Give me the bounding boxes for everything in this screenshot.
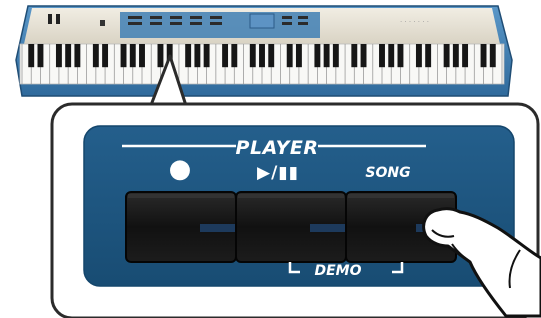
black-key [379,44,385,68]
black-key [286,44,293,68]
play-pause-icon: ▶/▮▮ [257,163,299,183]
black-key [314,44,321,68]
black-key [415,44,422,68]
black-key [259,44,265,68]
black-key [268,44,275,68]
black-key [388,44,395,68]
black-key [203,44,210,68]
record-dot-icon: ● [168,154,192,184]
black-key [139,44,145,68]
song-label: SONG [365,165,411,181]
black-key [37,44,44,68]
black-key [194,44,201,68]
black-key [397,44,404,68]
play-pause-button[interactable] [235,191,347,263]
black-key [28,44,35,68]
panel-title: PLAYER [235,137,319,159]
black-key [231,44,238,68]
black-key [295,44,302,68]
black-key [360,44,367,68]
black-key [157,44,164,68]
black-key [55,44,62,68]
black-key [452,44,459,68]
black-key [480,44,487,68]
black-key [92,44,99,68]
black-key [489,44,496,68]
black-key [120,44,127,68]
demo-label: DEMO [314,263,362,279]
black-key [185,44,192,68]
black-key [65,44,72,68]
black-key [222,44,229,68]
svg-text:· · · · · · ·: · · · · · · · [400,18,429,26]
illustration: · · · · · · · PLAYER ● ▶/▮▮ SONG DEMO [0,0,541,318]
black-key [323,44,330,68]
black-key [74,44,81,68]
black-key [129,44,136,68]
play-pause-led [310,224,346,232]
black-key [102,44,109,68]
black-key [462,44,469,68]
black-key [425,44,432,68]
black-key [249,44,256,68]
record-button[interactable] [125,191,237,263]
record-led [200,224,236,232]
black-key [332,44,339,68]
black-key [443,44,450,68]
black-key [351,44,358,68]
